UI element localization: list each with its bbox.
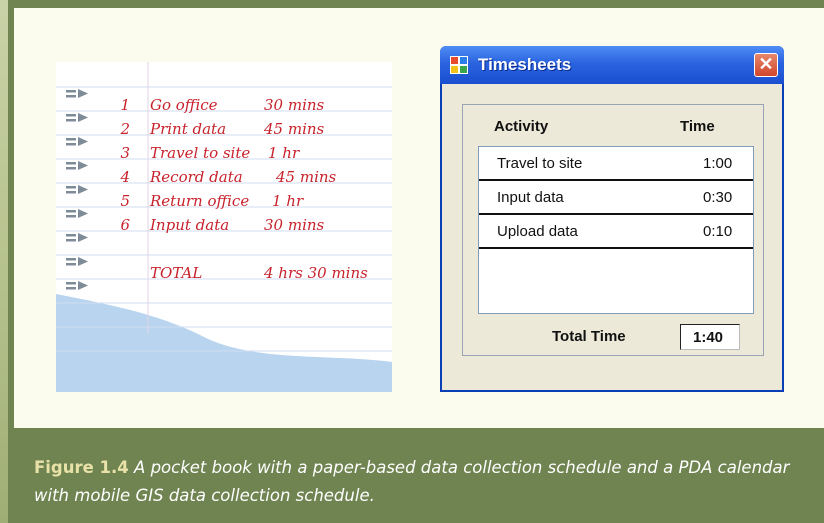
- column-header-time: Time: [680, 118, 715, 135]
- activity-list[interactable]: Travel to site 1:00 Input data 0:30 Uplo…: [478, 146, 754, 314]
- notebook-entry: 1 Go office 30 mins: [56, 96, 392, 120]
- activity-time: 0:10: [703, 223, 733, 240]
- total-time-label: Total Time: [552, 328, 626, 345]
- entry-label: Travel to site: [150, 144, 251, 162]
- entry-label: Record data: [150, 168, 243, 186]
- entry-duration: 30 mins: [264, 96, 325, 114]
- title-bar[interactable]: Timesheets ✕: [440, 46, 784, 84]
- timesheets-window: Timesheets ✕ Activity Time Travel to sit…: [440, 46, 784, 392]
- notebook-entry: 6 Input data 30 mins: [56, 216, 392, 240]
- entry-duration: 45 mins: [264, 120, 325, 138]
- entry-label: Go office: [150, 96, 218, 114]
- activity-time: 1:00: [703, 155, 733, 172]
- entry-number: 2: [120, 120, 130, 138]
- close-icon: ✕: [758, 54, 774, 74]
- list-item[interactable]: Travel to site 1:00: [479, 147, 753, 181]
- total-time-field[interactable]: 1:40: [680, 324, 740, 350]
- total-value: 4 hrs 30 mins: [264, 264, 368, 282]
- entry-label: Return office: [150, 192, 250, 210]
- entry-duration: 1 hr: [272, 192, 304, 210]
- pocket-book: 1 Go office 30 mins 2 Print data 45 mins…: [56, 62, 392, 392]
- entry-number: 6: [120, 216, 130, 234]
- window-title: Timesheets: [478, 55, 572, 74]
- figure-caption: Figure 1.4 A pocket book with a paper-ba…: [34, 454, 804, 510]
- entry-duration: 45 mins: [276, 168, 337, 186]
- caption-text: A pocket book with a paper-based data co…: [34, 458, 790, 505]
- notebook-entry: 3 Travel to site 1 hr: [56, 144, 392, 168]
- activity-time: 0:30: [703, 189, 733, 206]
- figure-number: Figure 1.4: [34, 458, 129, 477]
- entry-number: 4: [120, 168, 130, 186]
- entry-number: 5: [120, 192, 130, 210]
- close-button[interactable]: ✕: [754, 53, 778, 77]
- entry-label: Input data: [150, 216, 230, 234]
- entry-number: 3: [120, 144, 130, 162]
- total-label: TOTAL: [150, 264, 203, 282]
- list-item[interactable]: Input data 0:30: [479, 181, 753, 215]
- notebook-entry: 2 Print data 45 mins: [56, 120, 392, 144]
- entry-duration: 30 mins: [264, 216, 325, 234]
- entry-label: Print data: [150, 120, 227, 138]
- activity-name: Input data: [497, 189, 564, 206]
- list-item[interactable]: Upload data 0:10: [479, 215, 753, 249]
- notebook-entry: 4 Record data 45 mins: [56, 168, 392, 192]
- column-header-activity: Activity: [494, 118, 549, 135]
- entry-number: 1: [120, 96, 130, 114]
- activity-name: Travel to site: [497, 155, 583, 172]
- entry-duration: 1 hr: [268, 144, 300, 162]
- total-time-value: 1:40: [693, 329, 724, 346]
- activity-name: Upload data: [497, 223, 578, 240]
- notebook-total: TOTAL 4 hrs 30 mins: [56, 264, 392, 288]
- app-icon: [450, 56, 468, 74]
- notebook-entry: 5 Return office 1 hr: [56, 192, 392, 216]
- left-edge-strip: [0, 0, 8, 523]
